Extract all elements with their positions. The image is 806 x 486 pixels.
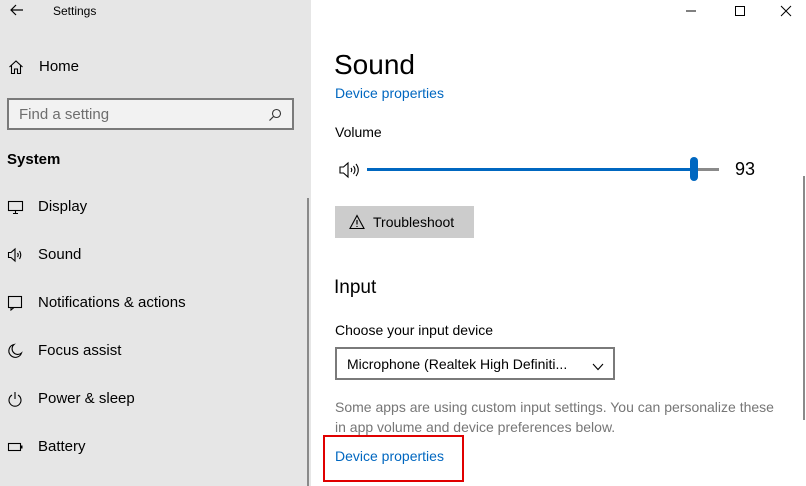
home-icon [8, 59, 24, 75]
search-input[interactable]: Find a setting [7, 98, 294, 130]
chevron-down-icon [592, 359, 604, 371]
input-device-value: Microphone (Realtek High Definiti... [347, 356, 568, 372]
sidebar-item-notifications[interactable]: Notifications & actions [0, 287, 306, 319]
sidebar-item-battery[interactable]: Battery [0, 431, 306, 463]
volume-slider-thumb[interactable] [690, 157, 699, 181]
input-device-dropdown[interactable]: Microphone (Realtek High Definiti... [335, 347, 615, 380]
back-arrow-icon[interactable] [9, 2, 25, 18]
sidebar-item-power-sleep[interactable]: Power & sleep [0, 383, 306, 415]
home-button[interactable]: Home [0, 52, 311, 82]
home-label: Home [39, 58, 80, 75]
highlight-box [323, 435, 464, 482]
main-scrollbar[interactable] [803, 176, 805, 420]
speaker-icon [7, 247, 25, 263]
sidebar-item-label: Notifications & actions [38, 294, 186, 311]
sidebar: Settings Home Find a setting System Disp… [0, 0, 311, 486]
sidebar-item-label: Focus assist [38, 342, 122, 359]
sidebar-item-label: Sound [38, 246, 82, 263]
power-icon [7, 391, 25, 407]
troubleshoot-button[interactable]: Troubleshoot [335, 206, 474, 238]
troubleshoot-label: Troubleshoot [373, 214, 455, 230]
input-device-label: Choose your input device [335, 322, 493, 338]
output-device-properties-link[interactable]: Device properties [335, 85, 444, 101]
volume-label: Volume [335, 124, 382, 140]
sidebar-item-display[interactable]: Display [0, 191, 306, 223]
sidebar-item-label: Battery [38, 438, 86, 455]
warning-icon [349, 214, 365, 230]
sidebar-scrollbar[interactable] [307, 198, 309, 486]
minimize-icon[interactable] [681, 2, 701, 20]
search-icon[interactable] [268, 108, 282, 122]
maximize-icon[interactable] [730, 2, 750, 20]
section-title: System [7, 151, 61, 168]
sidebar-item-label: Display [38, 198, 88, 215]
sidebar-item-label: Power & sleep [38, 390, 135, 407]
notification-icon [7, 295, 25, 312]
volume-value: 93 [735, 159, 756, 179]
sidebar-item-focus-assist[interactable]: Focus assist [0, 335, 306, 367]
sidebar-item-sound[interactable]: Sound [0, 239, 306, 271]
close-icon[interactable] [776, 2, 796, 20]
battery-icon [7, 439, 25, 455]
app-title: Settings [53, 4, 97, 18]
custom-settings-note: Some apps are using custom input setting… [335, 399, 774, 435]
speaker-icon[interactable] [338, 160, 362, 180]
search-placeholder: Find a setting [19, 106, 110, 123]
volume-slider-fill [367, 168, 695, 171]
input-heading: Input [334, 277, 377, 298]
display-icon [7, 199, 25, 215]
moon-icon [7, 343, 25, 359]
volume-slider[interactable] [367, 157, 719, 181]
page-title: Sound [334, 49, 415, 80]
